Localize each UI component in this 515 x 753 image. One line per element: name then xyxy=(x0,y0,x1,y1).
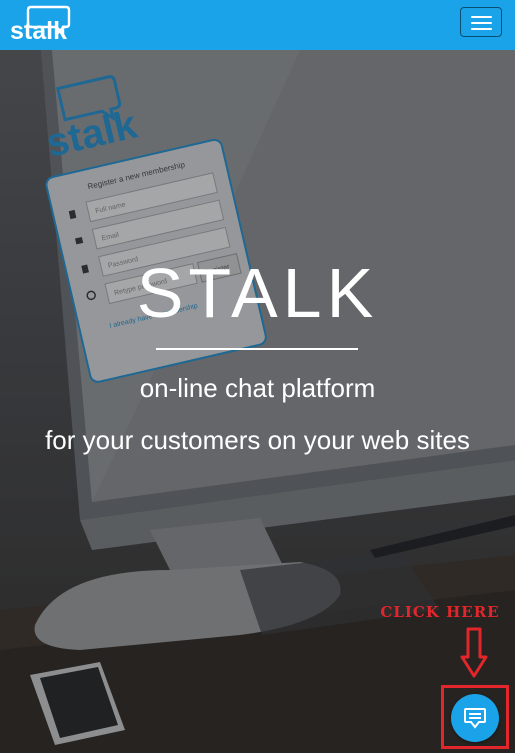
hero-subtagline: for your customers on your web sites xyxy=(45,425,470,455)
hero-divider xyxy=(156,348,358,350)
click-here-label: CLICK HERE xyxy=(380,603,500,621)
hero-title: STALK xyxy=(136,254,379,332)
stalk-logo[interactable]: stalk xyxy=(9,4,71,45)
hero-tagline: on-line chat platform xyxy=(139,373,376,403)
top-navbar: stalk xyxy=(0,0,515,50)
hero-section: stalk Register a new membership Full nam… xyxy=(0,50,515,753)
logo-text: stalk xyxy=(10,17,67,44)
hamburger-menu-button[interactable] xyxy=(460,7,502,37)
chat-bubble-icon xyxy=(464,708,486,729)
chat-launcher-button[interactable] xyxy=(451,694,499,742)
down-arrow-icon xyxy=(460,627,488,678)
hamburger-menu-icon xyxy=(471,16,492,18)
